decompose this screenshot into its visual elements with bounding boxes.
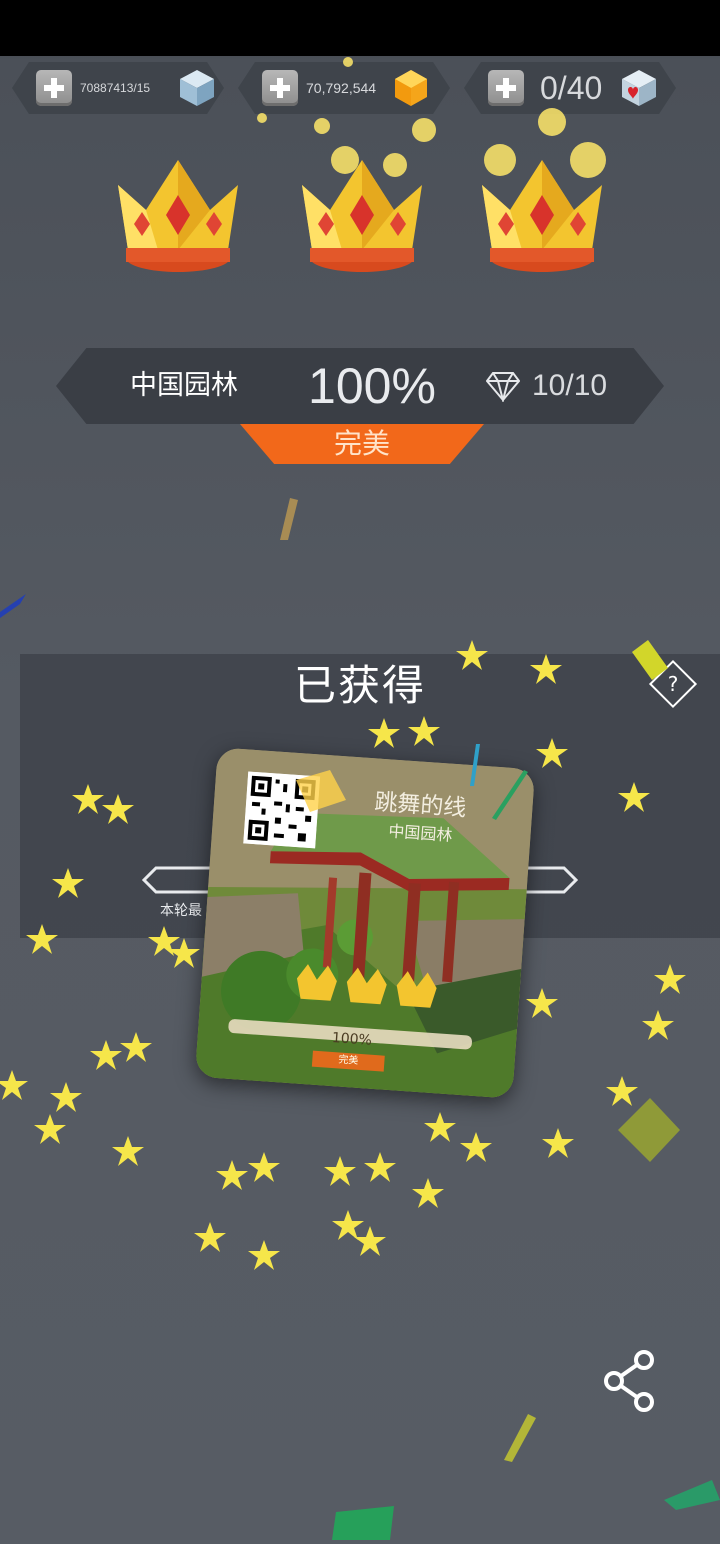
card-game-title: 跳舞的线	[373, 789, 468, 822]
card-level-name: 中国园林	[387, 821, 454, 845]
crowns-row	[0, 140, 720, 290]
crown-icon	[482, 160, 602, 272]
qr-code-icon	[243, 771, 321, 849]
help-label: ?	[667, 672, 679, 696]
level-share-card[interactable]: 跳舞的线 中国园林 100% 完美	[194, 747, 536, 1099]
rating-badge: 完美	[240, 424, 484, 464]
add-boxes-button[interactable]	[488, 70, 524, 106]
card-percent: 100%	[331, 1029, 373, 1049]
resource-cubes[interactable]: 70887413/15	[12, 62, 224, 114]
diamond-icon	[486, 372, 520, 402]
crown-icon	[302, 160, 422, 272]
resource-boxes[interactable]: 0/40	[464, 62, 676, 114]
completion-percent: 100%	[308, 358, 436, 414]
ice-cube-icon	[180, 70, 214, 106]
gems-collected: 10/10	[532, 369, 608, 402]
heart-box-icon	[622, 70, 656, 106]
reward-heading: 已获得	[293, 661, 426, 710]
level-name: 中国园林	[130, 370, 238, 401]
add-gems-button[interactable]	[262, 70, 298, 106]
crown-icon	[118, 160, 238, 272]
result-banner: 中国园林 100% 10/10	[56, 348, 664, 424]
boxes-value: 0/40	[540, 70, 603, 106]
add-cubes-button[interactable]	[36, 70, 72, 106]
status-bar	[0, 0, 720, 56]
best-record-label: 本轮最	[160, 903, 202, 919]
share-icon[interactable]	[602, 1348, 658, 1414]
resource-gems[interactable]: 70,792,544	[238, 62, 450, 114]
gold-gem-icon	[395, 70, 427, 106]
cubes-value: 70887413/15	[80, 81, 151, 95]
gems-value: 70,792,544	[306, 80, 377, 96]
